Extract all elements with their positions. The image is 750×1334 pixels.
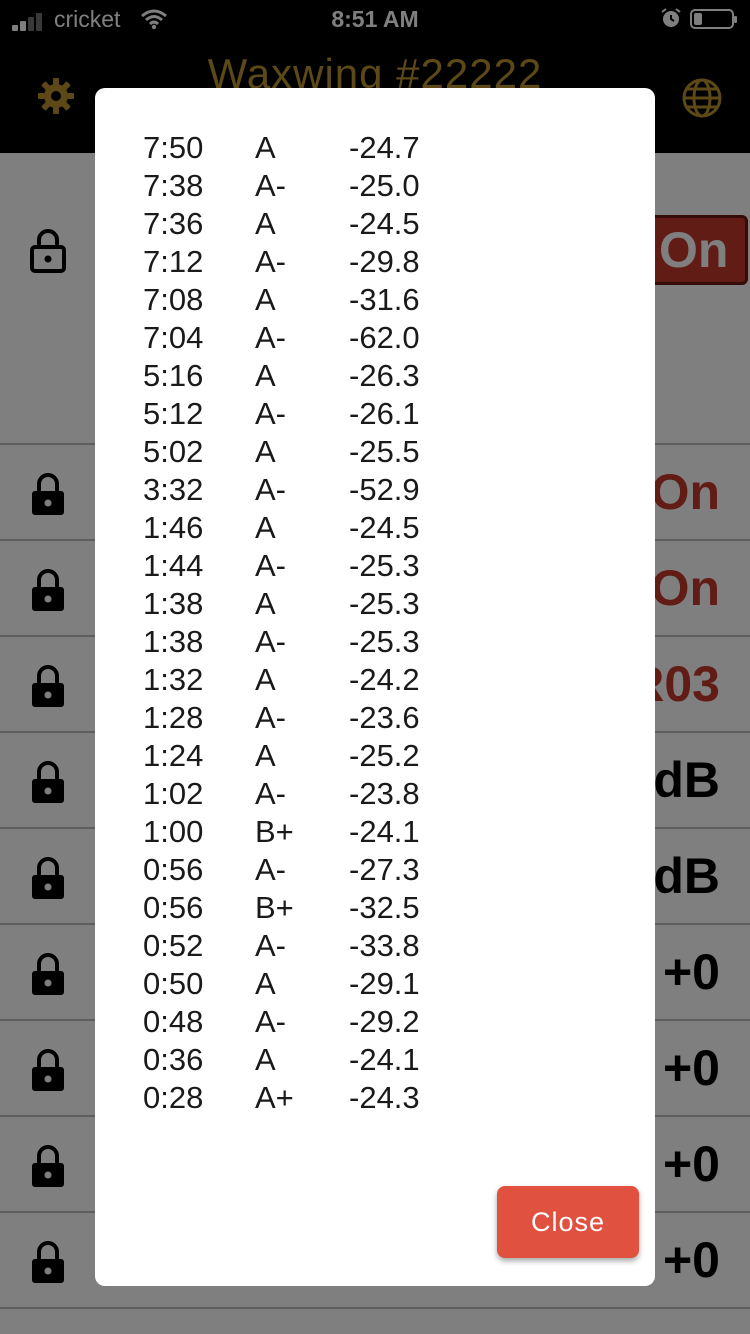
history-value: -26.3 [349, 358, 420, 393]
history-value: -24.3 [349, 1080, 420, 1115]
history-value: -25.3 [349, 548, 420, 583]
history-grade: B+ [255, 814, 294, 849]
history-value: -31.6 [349, 282, 420, 317]
history-grade: A [255, 662, 276, 697]
history-dialog: 7:50 A -24.7 7:38 A- -25.0 7:36 A -24.5 7:12 A- -29… [95, 88, 655, 1286]
history-value: -25.5 [349, 434, 420, 469]
history-grade: A- [255, 244, 286, 279]
history-time: 1:38 [143, 586, 204, 621]
history-value: -24.5 [349, 206, 420, 241]
history-value: -24.1 [349, 814, 420, 849]
history-grade: A- [255, 776, 286, 811]
history-time: 1:00 [143, 814, 204, 849]
history-value: -25.3 [349, 624, 420, 659]
history-time: 3:32 [143, 472, 204, 507]
close-button[interactable]: Close [497, 1186, 639, 1258]
history-grade: A- [255, 852, 286, 887]
history-time: 1:32 [143, 662, 204, 697]
history-grade: A- [255, 1004, 286, 1039]
history-time: 5:02 [143, 434, 204, 469]
history-time: 0:36 [143, 1042, 204, 1077]
history-grade: A- [255, 928, 286, 963]
history-time: 1:24 [143, 738, 204, 773]
history-time: 7:04 [143, 320, 204, 355]
history-value: -29.2 [349, 1004, 420, 1039]
history-value: -33.8 [349, 928, 420, 963]
history-time: 5:16 [143, 358, 204, 393]
history-value: -32.5 [349, 890, 420, 925]
history-time: 7:08 [143, 282, 204, 317]
history-time: 1:38 [143, 624, 204, 659]
history-grade: A [255, 206, 276, 241]
history-time: 0:50 [143, 966, 204, 1001]
history-time: 0:56 [143, 890, 204, 925]
history-value: -29.8 [349, 244, 420, 279]
history-value: -24.5 [349, 510, 420, 545]
history-grade: B+ [255, 890, 294, 925]
history-value: -62.0 [349, 320, 420, 355]
history-grade: A- [255, 168, 286, 203]
history-grade: A [255, 586, 276, 621]
history-grade: A [255, 738, 276, 773]
history-time: 1:44 [143, 548, 204, 583]
history-grade: A [255, 434, 276, 469]
history-time: 1:02 [143, 776, 204, 811]
history-time: 7:38 [143, 168, 204, 203]
history-time: 0:28 [143, 1080, 204, 1115]
history-grade: A- [255, 548, 286, 583]
history-value: -25.2 [349, 738, 420, 773]
history-value: -26.1 [349, 396, 420, 431]
history-time: 7:12 [143, 244, 204, 279]
history-grade: A- [255, 396, 286, 431]
history-grade: A [255, 1042, 276, 1077]
history-value: -27.3 [349, 852, 420, 887]
history-grade: A- [255, 320, 286, 355]
history-time: 7:50 [143, 130, 204, 165]
history-value: -24.1 [349, 1042, 420, 1077]
history-grade: A- [255, 472, 286, 507]
history-time: 0:56 [143, 852, 204, 887]
history-value: -23.8 [349, 776, 420, 811]
history-value: -23.6 [349, 700, 420, 735]
history-time: 1:28 [143, 700, 204, 735]
history-time: 0:48 [143, 1004, 204, 1039]
history-value: -29.1 [349, 966, 420, 1001]
history-time: 0:52 [143, 928, 204, 963]
history-grade: A+ [255, 1080, 294, 1115]
history-time: 5:12 [143, 396, 204, 431]
history-grade: A [255, 358, 276, 393]
history-grade: A [255, 130, 276, 165]
history-grade: A [255, 510, 276, 545]
history-value: -52.9 [349, 472, 420, 507]
history-value: -24.2 [349, 662, 420, 697]
history-grade: A- [255, 700, 286, 735]
history-grade: A [255, 966, 276, 1001]
history-grade: A [255, 282, 276, 317]
history-grade: A- [255, 624, 286, 659]
history-value: -25.0 [349, 168, 420, 203]
history-time: 1:46 [143, 510, 204, 545]
history-value: -25.3 [349, 586, 420, 621]
history-time: 7:36 [143, 206, 204, 241]
history-value: -24.7 [349, 130, 420, 165]
